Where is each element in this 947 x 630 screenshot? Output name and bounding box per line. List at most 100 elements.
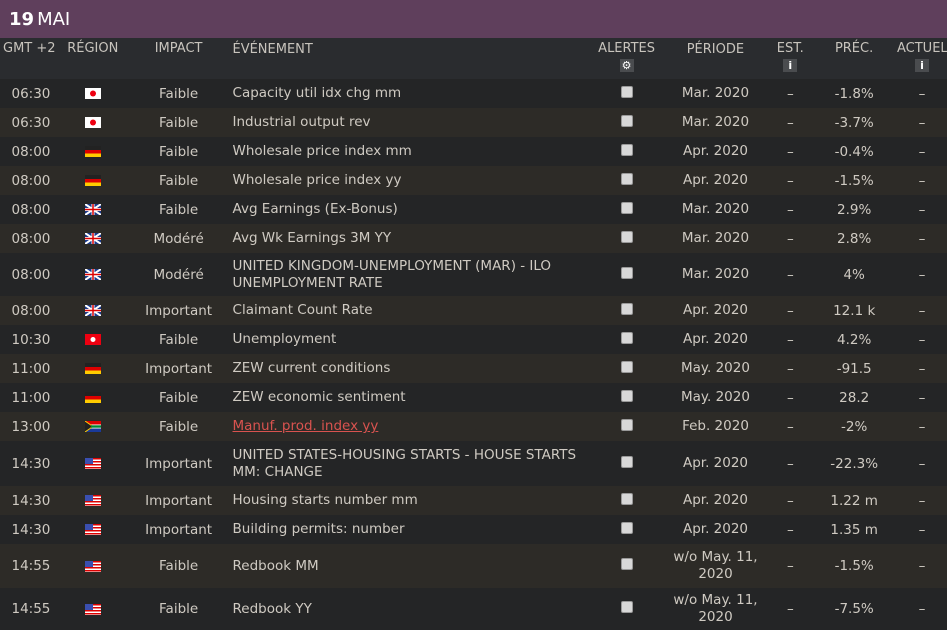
previous: 1.35 m [830, 521, 878, 538]
actual: – [918, 201, 926, 218]
alert-checkbox[interactable] [620, 85, 633, 98]
region-flag-icon [59, 558, 127, 574]
alert-checkbox[interactable] [620, 230, 633, 243]
alert-checkbox[interactable] [620, 114, 633, 127]
estimate: – [786, 601, 794, 617]
event-name: Avg Earnings (Ex-Bonus) [232, 201, 398, 217]
period: Mar. 2020 [681, 230, 750, 246]
event: Redbook MM [231, 558, 592, 575]
table-row: 14:30 Important Housing starts number mm… [0, 486, 947, 515]
previous: 2.8% [837, 230, 872, 247]
table-row: 10:30 Faible Unemployment Apr. 2020 – 4.… [0, 325, 947, 354]
impact: Modéré [153, 266, 204, 283]
period: Mar. 2020 [681, 201, 750, 217]
actual: – [918, 331, 926, 348]
region-flag-icon [59, 522, 127, 538]
event-name: Wholesale price index mm [232, 143, 412, 159]
event: Redbook YY [231, 601, 592, 618]
estimate: – [786, 521, 794, 538]
info-icon[interactable]: i [915, 59, 929, 72]
col-impact: IMPACT [154, 41, 203, 56]
previous: -2% [841, 418, 868, 435]
previous: 1.22 m [830, 492, 878, 509]
previous: -1.5% [834, 558, 874, 574]
event: UNITED KINGDOM-UNEMPLOYMENT (MAR) - ILO … [231, 258, 592, 292]
actual: – [918, 521, 926, 538]
table-row: 06:30 Faible Capacity util idx chg mm Ma… [0, 79, 947, 108]
alert-cell [592, 521, 662, 538]
previous: -3.7% [834, 114, 874, 131]
alert-cell [592, 455, 662, 472]
estimate: – [786, 230, 794, 247]
alert-checkbox[interactable] [620, 601, 633, 613]
event-name: Claimant Count Rate [232, 302, 373, 318]
table-row: 14:30 Important UNITED STATES-HOUSING ST… [0, 441, 947, 486]
alert-checkbox[interactable] [620, 492, 633, 505]
actual: – [918, 418, 926, 435]
alert-checkbox[interactable] [620, 389, 633, 402]
col-prev: PRÉC. [834, 41, 874, 56]
actual-label: ACTUEL [897, 41, 947, 56]
col-period: PÉRIODE [686, 42, 745, 57]
alerts-label: ALERTES [598, 41, 656, 56]
alert-checkbox[interactable] [620, 521, 633, 534]
gear-icon[interactable]: ⚙ [619, 59, 634, 72]
impact: Faible [159, 418, 199, 435]
event-name: Industrial output rev [232, 114, 371, 130]
alert-checkbox[interactable] [620, 266, 633, 279]
impact: Faible [159, 172, 199, 189]
time: 08:00 [11, 201, 51, 218]
event: Avg Wk Earnings 3M YY [231, 230, 592, 247]
col-est: EST. i [769, 38, 811, 73]
time: 06:30 [11, 114, 51, 131]
impact: Faible [159, 331, 199, 348]
event-name: Unemployment [232, 331, 337, 347]
region-flag-icon [59, 231, 127, 247]
actual: – [918, 143, 926, 160]
alert-checkbox[interactable] [620, 143, 633, 156]
period: Mar. 2020 [681, 114, 750, 130]
event-name: Capacity util idx chg mm [232, 85, 402, 101]
previous: 2.9% [837, 201, 872, 218]
table-row: 08:00 Faible Avg Earnings (Ex-Bonus) Mar… [0, 195, 947, 224]
time: 13:00 [11, 418, 51, 435]
impact: Faible [159, 389, 199, 406]
estimate: – [786, 418, 794, 435]
event-name: Building permits: number [232, 521, 405, 537]
previous: -22.3% [830, 455, 879, 472]
alert-checkbox[interactable] [620, 302, 633, 315]
table-row: 11:00 Important ZEW current conditions M… [0, 354, 947, 383]
actual: – [918, 558, 926, 574]
alert-checkbox[interactable] [620, 455, 633, 468]
alert-checkbox[interactable] [620, 418, 633, 431]
event: Avg Earnings (Ex-Bonus) [231, 201, 592, 218]
estimate: – [786, 492, 794, 509]
event-name: Avg Wk Earnings 3M YY [232, 230, 392, 246]
previous: -0.4% [834, 143, 874, 160]
region-flag-icon [59, 267, 127, 283]
time: 08:00 [11, 172, 51, 189]
region-flag-icon [59, 361, 127, 377]
time: 14:55 [11, 601, 51, 617]
actual: – [918, 114, 926, 131]
period: Mar. 2020 [681, 85, 750, 101]
period: Apr. 2020 [682, 143, 749, 159]
actual: – [918, 389, 926, 406]
estimate: – [786, 331, 794, 348]
date-header: 19 MAI [0, 0, 947, 38]
alert-checkbox[interactable] [620, 331, 633, 344]
event: Industrial output rev [231, 114, 592, 131]
time: 08:00 [11, 266, 51, 283]
alert-checkbox[interactable] [620, 360, 633, 373]
info-icon[interactable]: i [783, 59, 798, 72]
region-flag-icon [59, 144, 127, 160]
event-link[interactable]: Manuf. prod. index yy [233, 418, 379, 434]
alert-cell [592, 302, 662, 319]
alert-checkbox[interactable] [620, 558, 633, 570]
alert-checkbox[interactable] [620, 201, 633, 214]
alert-checkbox[interactable] [620, 172, 633, 185]
previous: -1.8% [834, 85, 874, 102]
alert-cell [592, 201, 662, 218]
region-flag-icon [59, 303, 127, 319]
region-flag-icon [59, 115, 127, 131]
